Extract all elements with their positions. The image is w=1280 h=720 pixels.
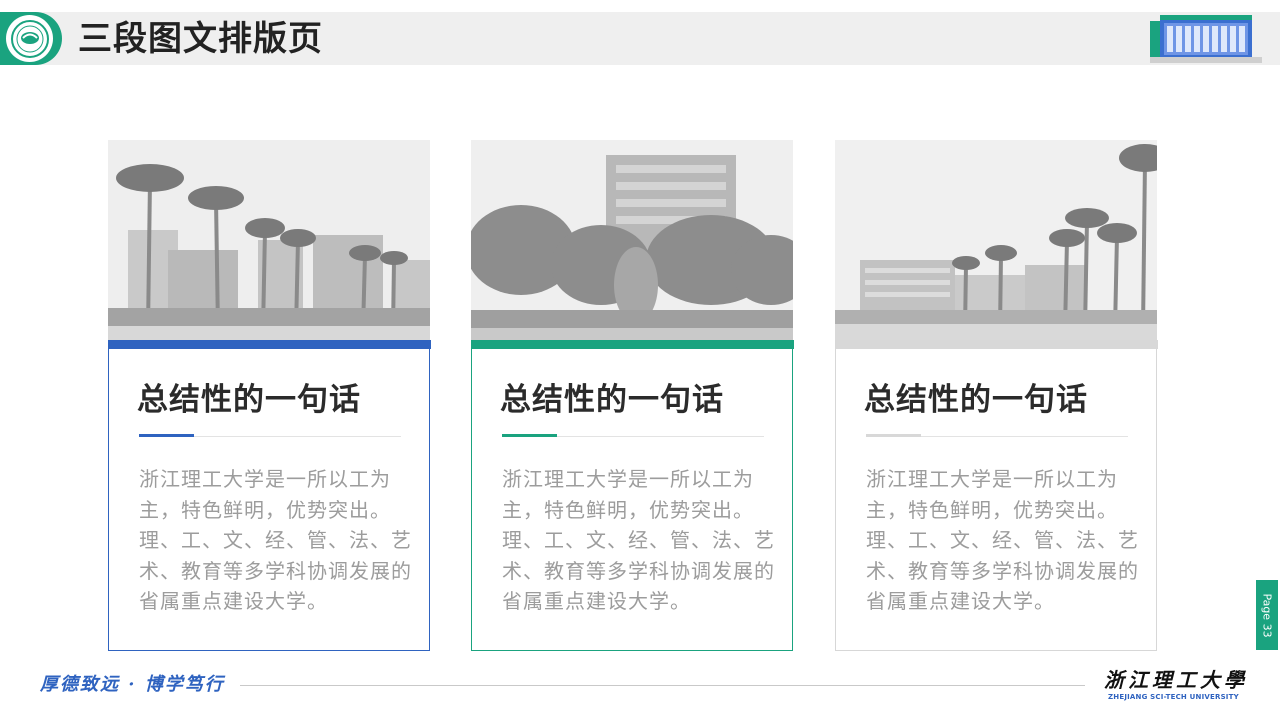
footer-divider xyxy=(240,685,1085,686)
card-description: 浙江理工大学是一所以工为主，特色鲜明，优势突出。理、工、文、经、管、法、艺术、教… xyxy=(866,467,1139,613)
page-number-tab: Page 33 xyxy=(1256,580,1278,650)
campus-building-icon xyxy=(1150,13,1262,65)
campus-building-photo xyxy=(835,140,1157,340)
card-heading: 总结性的一句话 xyxy=(500,382,724,418)
content-card-2: 总结性的一句话 浙江理工大学是一所以工为主，特色鲜明，优势突出。理、工、文、经、… xyxy=(471,140,794,651)
content-card-3: 总结性的一句话 浙江理工大学是一所以工为主，特色鲜明，优势突出。理、工、文、经、… xyxy=(835,140,1158,651)
campus-stone-photo xyxy=(471,140,793,340)
card-description: 浙江理工大学是一所以工为主，特色鲜明，优势突出。理、工、文、经、管、法、艺术、教… xyxy=(139,467,412,613)
campus-palm-photo xyxy=(108,140,430,340)
card-accent-bar xyxy=(472,340,794,349)
card-accent-bar xyxy=(109,340,431,349)
card-body: 总结性的一句话 浙江理工大学是一所以工为主，特色鲜明，优势突出。理、工、文、经、… xyxy=(471,340,794,651)
card-divider-accent xyxy=(866,434,921,437)
page-title: 三段图文排版页 xyxy=(78,19,323,59)
card-accent-bar xyxy=(836,340,1158,349)
page-number-label: Page 33 xyxy=(1260,592,1274,638)
university-name-en: ZHEJIANG SCI-TECH UNIVERSITY xyxy=(1108,693,1239,701)
content-card-1: 总结性的一句话 浙江理工大学是一所以工为主，特色鲜明，优势突出。理、工、文、经、… xyxy=(108,140,431,651)
university-name-cn: 浙江理工大學 xyxy=(1104,668,1248,692)
card-description: 浙江理工大学是一所以工为主，特色鲜明，优势突出。理、工、文、经、管、法、艺术、教… xyxy=(502,467,775,613)
card-heading: 总结性的一句话 xyxy=(137,382,361,418)
card-body: 总结性的一句话 浙江理工大学是一所以工为主，特色鲜明，优势突出。理、工、文、经、… xyxy=(835,340,1158,651)
card-heading: 总结性的一句话 xyxy=(864,382,1088,418)
card-body: 总结性的一句话 浙江理工大学是一所以工为主，特色鲜明，优势突出。理、工、文、经、… xyxy=(108,340,431,651)
card-divider-accent xyxy=(502,434,557,437)
footer-motto: 厚德致远 · 博学笃行 xyxy=(40,674,225,695)
card-divider-accent xyxy=(139,434,194,437)
university-logo-icon xyxy=(6,15,53,62)
